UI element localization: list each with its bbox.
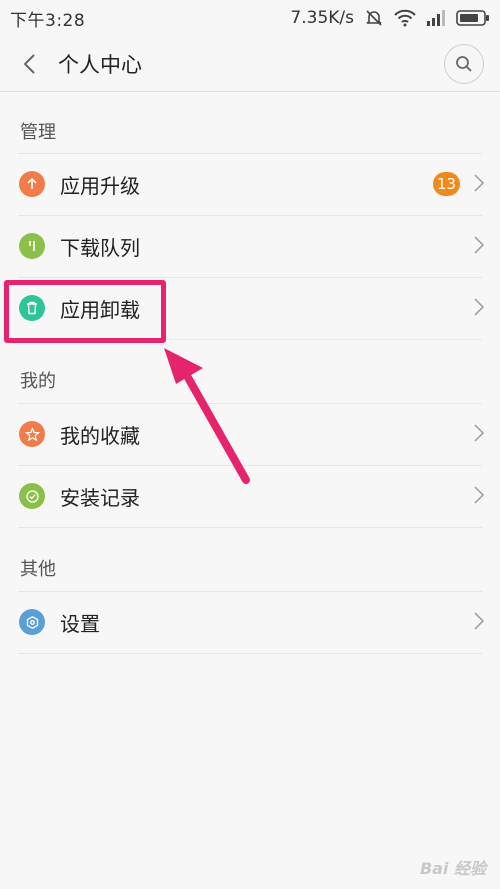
annotation-arrow: [164, 348, 250, 484]
watermark: Bai 经验: [419, 859, 486, 878]
